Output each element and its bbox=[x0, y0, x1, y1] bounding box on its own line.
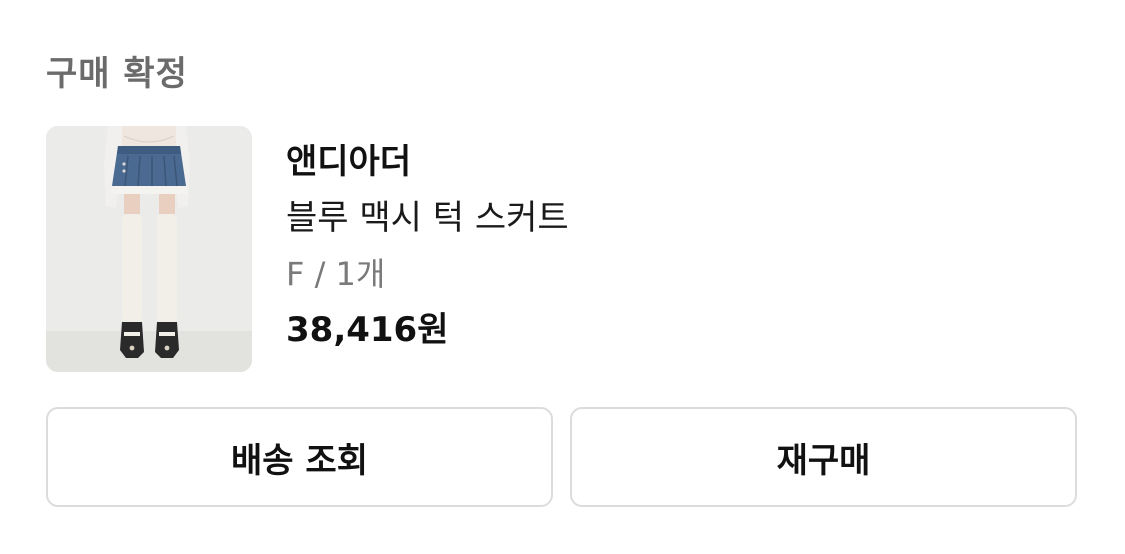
product-row[interactable]: 앤디아더 블루 맥시 턱 스커트 F / 1개 38,416원 bbox=[46, 126, 1079, 374]
product-info: 앤디아더 블루 맥시 턱 스커트 F / 1개 38,416원 bbox=[286, 140, 569, 352]
track-delivery-button[interactable]: 배송 조회 bbox=[46, 407, 553, 507]
action-buttons: 배송 조회 재구매 bbox=[46, 407, 1079, 509]
order-status-title: 구매 확정 bbox=[46, 54, 188, 94]
product-option: F / 1개 bbox=[286, 255, 386, 293]
product-photo bbox=[46, 126, 252, 372]
order-item-card: 구매 확정 앤디아더 블루 맥시 턱 스커트 F / 1개 38,416원 배송… bbox=[0, 0, 1125, 554]
repurchase-button[interactable]: 재구매 bbox=[570, 407, 1077, 507]
product-thumbnail[interactable] bbox=[46, 126, 252, 372]
product-price: 38,416원 bbox=[286, 310, 449, 350]
product-name[interactable]: 블루 맥시 턱 스커트 bbox=[286, 196, 569, 240]
brand-name[interactable]: 앤디아더 bbox=[286, 140, 569, 184]
